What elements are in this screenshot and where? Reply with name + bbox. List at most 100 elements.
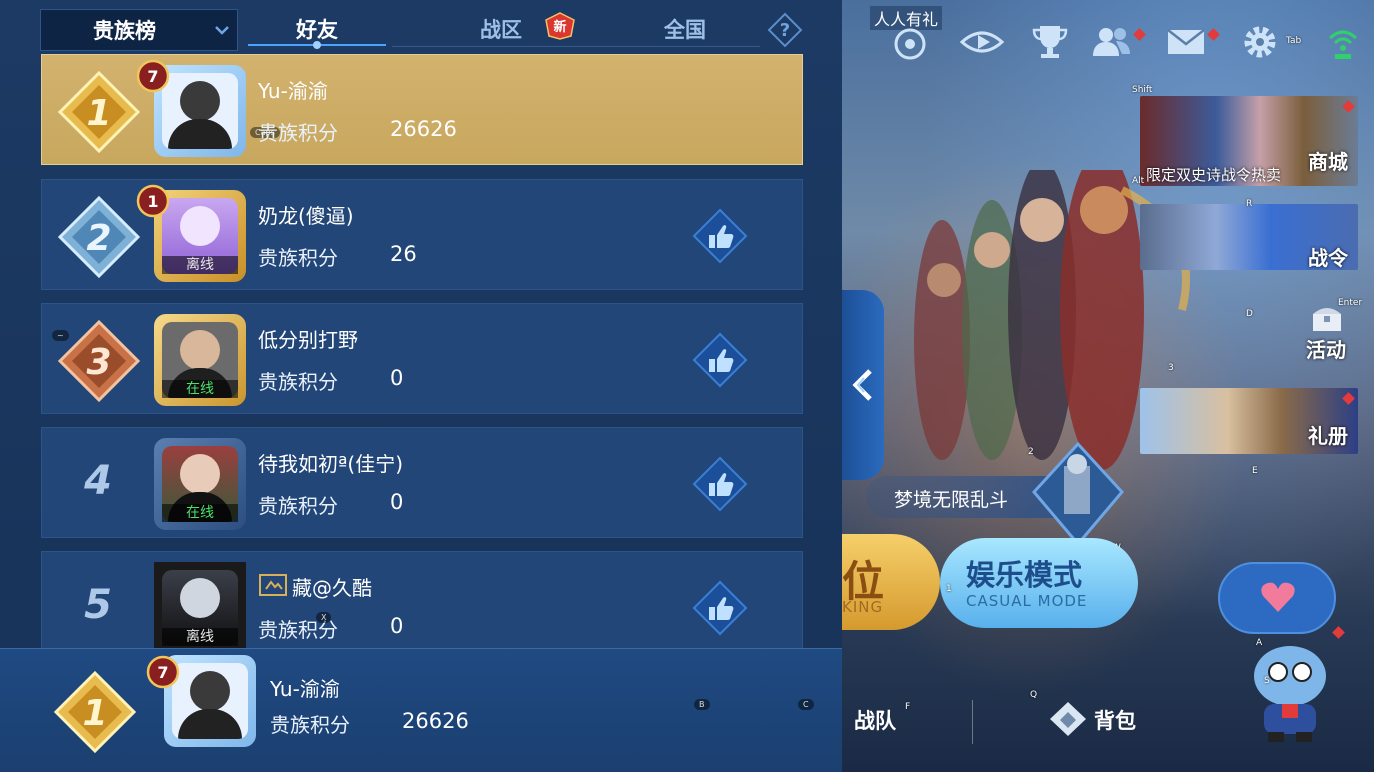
thumbs-up-icon[interactable] xyxy=(692,580,748,636)
watch-icon[interactable] xyxy=(960,22,1004,62)
rank-number: 4 xyxy=(84,458,112,504)
avatar[interactable]: 在线 xyxy=(154,314,246,406)
rank-number: 5 xyxy=(84,582,112,628)
rank-row[interactable]: 1 7 Caps Yu-渝渝 贵族积分 26626 xyxy=(41,54,803,165)
level-badge-icon: 1 xyxy=(136,184,170,218)
self-rank-bar: 1 7 Yu-渝渝 贵族积分 26626 B C xyxy=(0,648,842,772)
alt-key-hint: Alt xyxy=(1132,176,1145,186)
backpack-label[interactable]: 背包 xyxy=(1094,705,1136,735)
score-label: 贵族积分 xyxy=(258,121,338,145)
team-button[interactable]: 战队 xyxy=(854,705,896,735)
event-label[interactable]: 活动 xyxy=(1306,334,1346,363)
trophy-icon[interactable] xyxy=(1028,22,1072,62)
target-icon[interactable] xyxy=(888,22,932,62)
leaderboard-tab-bar: 贵族榜 好友 战区 新 全国 ? xyxy=(0,0,842,54)
avatar-image xyxy=(162,73,238,149)
avatar[interactable]: 在线 xyxy=(154,438,246,530)
player-name: 待我如初ª(佳宁) xyxy=(258,452,404,476)
collapse-panel-button[interactable] xyxy=(842,290,884,480)
hero-diamond-icon[interactable] xyxy=(1030,440,1126,550)
lobby-top-toolbar: Tab xyxy=(842,10,1374,72)
notification-dot xyxy=(1133,28,1146,41)
rank-row[interactable]: 3 ~ 在线 低分别打野 贵族积分 0 xyxy=(41,303,803,414)
thumbs-up-icon[interactable] xyxy=(692,208,748,264)
casual-mode-sub-label: CASUAL MODE xyxy=(966,592,1088,610)
score-value: 0 xyxy=(390,614,404,638)
gear-icon[interactable] xyxy=(1238,22,1282,62)
d-key-hint: D xyxy=(1246,309,1253,319)
level-badge-icon: 7 xyxy=(136,59,170,93)
f-key-hint: F xyxy=(905,702,911,712)
tab-key-hint: Tab xyxy=(1286,36,1302,46)
battle-pass-label: 战令 xyxy=(1308,246,1348,270)
new-badge-text: 新 xyxy=(553,19,566,35)
mascot-character[interactable] xyxy=(1244,628,1336,748)
score-label: 贵族积分 xyxy=(258,246,338,270)
player-name: Yu-渝渝 xyxy=(270,677,340,701)
c-key-hint: C xyxy=(798,699,814,710)
mail-icon[interactable] xyxy=(1164,22,1208,62)
ranked-mode-button[interactable]: 位 KING xyxy=(842,534,940,630)
board-type-dropdown[interactable]: 贵族榜 xyxy=(40,9,238,51)
bottom-divider xyxy=(972,700,973,744)
casual-mode-label: 娱乐模式 xyxy=(966,558,1083,592)
shift-key-hint: Shift xyxy=(1132,85,1153,95)
nobility-frame-icon xyxy=(259,574,287,596)
q-key-hint: Q xyxy=(1030,690,1038,700)
tab-national[interactable]: 全国 xyxy=(664,14,706,44)
rank-number: 2 xyxy=(86,218,111,259)
gift-book-label: 礼册 xyxy=(1308,424,1348,448)
wifi-icon xyxy=(1328,30,1358,59)
score-label: 贵族积分 xyxy=(270,713,350,737)
rank-row[interactable]: 4 在线 待我如初ª(佳宁) 贵族积分 0 xyxy=(41,427,803,538)
score-value: 0 xyxy=(390,366,404,390)
player-name: 低分别打野 xyxy=(258,328,358,352)
chevron-left-icon xyxy=(852,369,872,401)
rank-number: 3 xyxy=(86,342,111,383)
player-name: Yu-渝渝 xyxy=(258,79,328,103)
s-key-hint: S xyxy=(1264,676,1270,686)
level-number: 1 xyxy=(147,192,158,211)
tab-zone[interactable]: 战区 xyxy=(480,14,522,44)
rank-row[interactable]: 5 离线 藏@久酷 贵族积分 0 X xyxy=(41,551,803,662)
heart-bubble[interactable] xyxy=(1218,562,1336,634)
tab-divider xyxy=(392,46,760,47)
score-label: 贵族积分 xyxy=(258,370,338,394)
score-value: 26626 xyxy=(402,709,469,733)
new-badge-icon: 新 xyxy=(545,12,575,40)
rank-row[interactable]: 2 离线 1 奶龙(傻逼) 贵族积分 26 xyxy=(41,179,803,290)
1-key-hint: 1 xyxy=(946,584,952,594)
help-icon[interactable]: ? xyxy=(767,12,803,48)
gift-book-card[interactable]: 礼册 xyxy=(1140,388,1358,454)
thumbs-up-icon[interactable] xyxy=(692,456,748,512)
rank-number: 1 xyxy=(86,93,111,134)
battle-pass-card[interactable]: 战令 xyxy=(1140,204,1358,270)
gold-rank-badge-icon: 1 xyxy=(57,70,141,154)
leaderboard-panel: 贵族榜 好友 战区 新 全国 ? 1 7 Caps Yu-渝渝 贵族积分 266… xyxy=(0,0,842,772)
casual-mode-button[interactable]: 娱乐模式 CASUAL MODE xyxy=(940,538,1138,628)
level-number: 7 xyxy=(157,663,168,682)
shop-label: 商城 xyxy=(1308,150,1348,174)
heart-icon xyxy=(1261,582,1295,612)
level-number: 7 xyxy=(147,67,158,86)
rank-number: 1 xyxy=(82,693,107,734)
score-value: 0 xyxy=(390,490,404,514)
avatar[interactable]: 离线 xyxy=(154,562,246,654)
board-type-label: 贵族榜 xyxy=(93,19,156,43)
friends-icon[interactable] xyxy=(1090,22,1134,62)
status-tag: 离线 xyxy=(162,256,238,274)
x-key-hint: X xyxy=(316,612,332,623)
score-value: 26 xyxy=(390,242,417,266)
thumbs-up-icon[interactable] xyxy=(692,332,748,388)
active-tab-indicator xyxy=(248,41,386,49)
shop-card[interactable]: 商城 限定双史诗战令热卖 xyxy=(1140,96,1358,186)
bronze-rank-badge-icon: 3 xyxy=(57,319,141,403)
backpack-icon[interactable] xyxy=(1048,700,1088,738)
tilde-key-hint: ~ xyxy=(52,330,69,341)
chevron-down-icon xyxy=(215,26,229,35)
treasure-chest-icon[interactable] xyxy=(1310,302,1344,334)
e-key-hint: E xyxy=(1252,466,1258,476)
3-key-hint: 3 xyxy=(1168,363,1174,373)
level-badge-icon: 7 xyxy=(146,655,180,689)
notification-dot xyxy=(1207,28,1220,41)
